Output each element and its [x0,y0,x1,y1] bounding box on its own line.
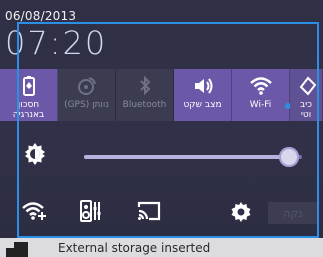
audio-settings-icon[interactable] [80,199,102,227]
brightness-row [0,121,323,177]
battery-saver-icon [21,75,37,97]
rotate-icon [295,75,317,97]
tile-power-saver[interactable]: חסכון באנרגיה [0,69,58,121]
brightness-slider-thumb[interactable] [278,147,299,167]
status-date: 06/08/2013 [5,9,77,23]
wifi-settings-icon[interactable] [22,199,48,227]
tile-gps[interactable]: (GPS) נוותן [58,69,116,121]
notification-text: External storage inserted [58,241,211,255]
brightness-slider-fill [84,155,289,159]
tile-label-bluetooth: Bluetooth [122,100,167,110]
tile-auto-rotate[interactable]: כיב וטי [290,69,323,121]
status-time: 07:20 [5,24,108,62]
sd-card-icon [6,242,28,257]
brightness-slider[interactable] [84,147,302,167]
tile-wifi[interactable]: Wi-Fi [232,69,291,121]
tile-bluetooth[interactable]: Bluetooth [116,69,174,121]
settings-gear-icon[interactable] [230,201,252,227]
tile-label-gps: (GPS) נוותן [64,100,109,110]
tile-label-power-saver-1: חסכון [17,100,40,110]
quick-settings-tiles: חסכון באנרגיה (GPS) נוותן Bluetooth מצב … [0,69,323,121]
brightness-auto-icon[interactable] [22,141,48,171]
notification-bar[interactable]: External storage inserted [0,238,323,257]
gps-icon [76,75,98,97]
tile-silent-mode[interactable]: מצב שקט [174,69,232,121]
tile-label-rotate-2: וטי [300,110,312,120]
clear-button[interactable]: נקה [268,202,318,224]
cast-screen-icon[interactable] [136,199,162,227]
wifi-icon [249,75,273,97]
tile-label-wifi: Wi-Fi [249,100,272,110]
tile-label-silent-mode: מצב שקט [183,100,222,110]
bluetooth-icon [138,75,152,97]
quick-settings-panel: 06/08/2013 07:20 חסכון באנרגיה (GPS) נוו… [0,0,323,257]
tile-label-power-saver-2: באנרגיה [12,110,45,120]
tile-label-rotate-1: כיב [300,100,312,110]
quick-actions-row: נקה [0,189,323,233]
sound-icon [192,75,214,97]
